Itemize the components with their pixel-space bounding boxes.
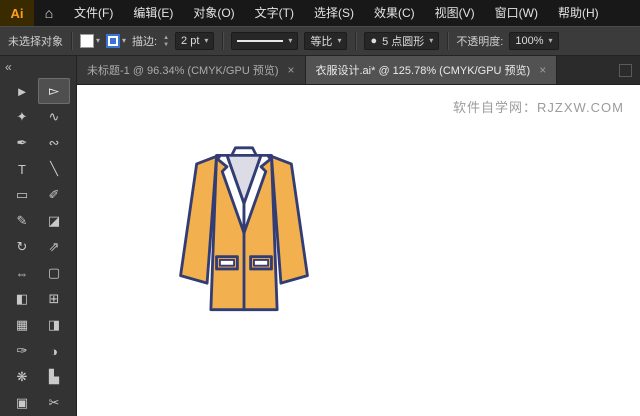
blend-tool-icon[interactable]: ◑	[38, 338, 70, 364]
stroke-style-line-icon	[237, 40, 283, 42]
watermark-text: 软件自学网：RJZXW.COM	[453, 97, 624, 116]
width-profile-select[interactable]: 等比 ▾	[304, 32, 347, 50]
menu-bar: Ai ⌂ 文件(F) 编辑(E) 对象(O) 文字(T) 选择(S) 效果(C)…	[0, 0, 640, 26]
tools-grid: ► ▻ ✦ ∿ ✒ ∾ T ╲ ▭ ✐ ✎ ◪ ↻ ⇗ ⇔ ▢ ◧ ⊞ ▦ ◨	[0, 78, 76, 416]
menu-item-effect[interactable]: 效果(C)	[364, 0, 425, 26]
stroke-box-control[interactable]: ▾	[106, 34, 126, 48]
separator	[447, 32, 448, 50]
chevron-down-icon: ▾	[288, 37, 292, 45]
menu-item-select[interactable]: 选择(S)	[304, 0, 364, 26]
menu-item-window[interactable]: 窗口(W)	[485, 0, 548, 26]
opacity-select[interactable]: 100% ▾	[509, 32, 558, 50]
selection-status-label: 未选择对象	[8, 33, 63, 49]
brush-definition-select[interactable]: ● 5 点圆形 ▾	[364, 32, 439, 50]
fill-color-swatch	[80, 34, 94, 48]
canvas[interactable]: 软件自学网：RJZXW.COM	[77, 85, 640, 416]
opacity-label: 不透明度:	[456, 33, 503, 49]
pencil-tool-icon[interactable]: ✎	[6, 208, 38, 234]
tab-label: 衣服设计.ai* @ 125.78% (CMYK/GPU 预览)	[316, 62, 531, 78]
stepper-down-icon[interactable]: ▼	[163, 42, 169, 48]
rotate-tool-icon[interactable]: ↻	[6, 234, 38, 260]
home-icon[interactable]: ⌂	[34, 5, 64, 21]
control-bar: 未选择对象 ▾ ▾ 描边: ▲ ▼ 2 pt ▾ ▾ 等比 ▾	[0, 26, 640, 56]
symbol-sprayer-tool-icon[interactable]: ❋	[6, 364, 38, 390]
direct-selection-tool-icon[interactable]: ▻	[38, 78, 70, 104]
stroke-style-select[interactable]: ▾	[231, 32, 298, 50]
eyedropper-tool-icon[interactable]: ✑	[6, 338, 38, 364]
curvature-tool-icon[interactable]: ∾	[38, 130, 70, 156]
stroke-weight-stepper[interactable]: ▲ ▼	[163, 35, 169, 48]
stroke-weight-select[interactable]: 2 pt ▾	[175, 32, 214, 50]
gradient-tool-icon[interactable]: ◨	[38, 312, 70, 338]
menu-item-help[interactable]: 帮助(H)	[548, 0, 609, 26]
chevron-down-icon: ▾	[429, 37, 433, 45]
dock-toggle-icon[interactable]	[619, 64, 632, 77]
jacket-right-pocket-slit[interactable]	[254, 260, 268, 266]
document-tab-clothing-design[interactable]: 衣服设计.ai* @ 125.78% (CMYK/GPU 预览) ×	[306, 56, 558, 84]
chevron-down-icon: ▾	[96, 37, 100, 45]
paintbrush-tool-icon[interactable]: ✐	[38, 182, 70, 208]
magic-wand-tool-icon[interactable]: ✦	[6, 104, 38, 130]
separator	[355, 32, 356, 50]
close-icon[interactable]: ×	[287, 63, 294, 77]
main-area: « ► ▻ ✦ ∿ ✒ ∾ T ╲ ▭ ✐ ✎ ◪ ↻ ⇗ ⇔ ▢ ◧ ⊞	[0, 56, 640, 416]
menu-item-object[interactable]: 对象(O)	[183, 0, 244, 26]
lasso-tool-icon[interactable]: ∿	[38, 104, 70, 130]
mesh-tool-icon[interactable]: ▦	[6, 312, 38, 338]
width-profile-value: 等比	[310, 33, 332, 49]
column-graph-tool-icon[interactable]: ▙	[38, 364, 70, 390]
close-icon[interactable]: ×	[539, 63, 546, 77]
free-transform-tool-icon[interactable]: ▢	[38, 260, 70, 286]
document-tab-untitled[interactable]: 未标题-1 @ 96.34% (CMYK/GPU 预览) ×	[77, 56, 306, 84]
tab-label: 未标题-1 @ 96.34% (CMYK/GPU 预览)	[87, 62, 278, 78]
document-area: 未标题-1 @ 96.34% (CMYK/GPU 预览) × 衣服设计.ai* …	[77, 56, 640, 416]
artboard-tool-icon[interactable]: ▣	[6, 390, 38, 416]
chevron-down-icon: ▾	[337, 37, 341, 45]
fill-color-control[interactable]: ▾	[80, 34, 100, 48]
stroke-weight-label: 描边:	[132, 33, 157, 49]
brush-dot-icon: ●	[370, 35, 377, 47]
toolbar-collapse-button[interactable]: «	[0, 56, 76, 78]
menu-item-view[interactable]: 视图(V)	[425, 0, 485, 26]
perspective-grid-tool-icon[interactable]: ⊞	[38, 286, 70, 312]
illustrator-window: Ai ⌂ 文件(F) 编辑(E) 对象(O) 文字(T) 选择(S) 效果(C)…	[0, 0, 640, 416]
width-tool-icon[interactable]: ⇔	[6, 260, 38, 286]
brush-definition-value: 5 点圆形	[382, 33, 424, 49]
menu-item-file[interactable]: 文件(F)	[64, 0, 123, 26]
app-logo-icon[interactable]: Ai	[0, 0, 34, 26]
line-segment-tool-icon[interactable]: ╲	[38, 156, 70, 182]
collapse-chevrons-icon: «	[5, 60, 12, 74]
opacity-value: 100%	[515, 35, 543, 47]
chevron-down-icon: ▾	[549, 37, 553, 45]
chevron-down-icon: ▾	[122, 37, 126, 45]
shape-builder-tool-icon[interactable]: ◧	[6, 286, 38, 312]
rectangle-tool-icon[interactable]: ▭	[6, 182, 38, 208]
stroke-weight-value: 2 pt	[181, 35, 199, 47]
selection-tool-icon[interactable]: ►	[6, 78, 38, 104]
document-tab-bar: 未标题-1 @ 96.34% (CMYK/GPU 预览) × 衣服设计.ai* …	[77, 56, 640, 85]
stepper-up-icon[interactable]: ▲	[163, 35, 169, 41]
separator	[222, 32, 223, 50]
type-tool-icon[interactable]: T	[6, 156, 38, 182]
slice-tool-icon[interactable]: ✂	[38, 390, 70, 416]
chevron-down-icon: ▾	[204, 37, 208, 45]
menu-item-edit[interactable]: 编辑(E)	[123, 0, 183, 26]
jacket-left-pocket-slit[interactable]	[220, 260, 234, 266]
jacket-artwork[interactable]	[173, 143, 315, 323]
stroke-box-icon	[106, 34, 120, 48]
tools-panel: « ► ▻ ✦ ∿ ✒ ∾ T ╲ ▭ ✐ ✎ ◪ ↻ ⇗ ⇔ ▢ ◧ ⊞	[0, 56, 77, 416]
menu-item-type[interactable]: 文字(T)	[245, 0, 304, 26]
scale-tool-icon[interactable]: ⇗	[38, 234, 70, 260]
eraser-tool-icon[interactable]: ◪	[38, 208, 70, 234]
tab-bar-spacer	[557, 56, 611, 84]
separator	[71, 32, 72, 50]
pen-tool-icon[interactable]: ✒	[6, 130, 38, 156]
